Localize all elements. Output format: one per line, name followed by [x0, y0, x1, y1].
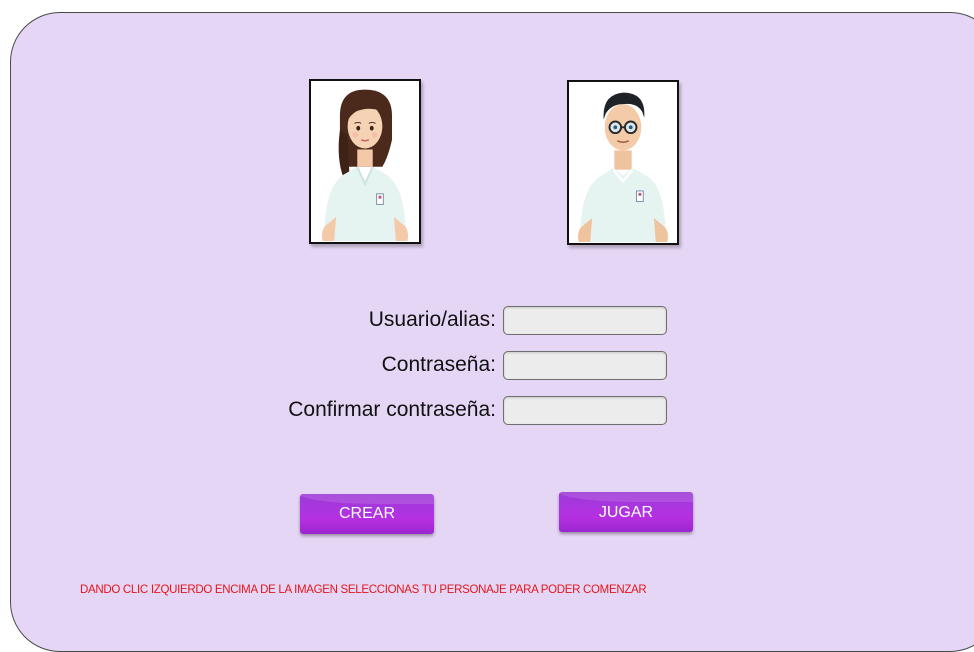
male-character-avatar[interactable] [567, 80, 679, 245]
play-button[interactable]: JUGAR [559, 492, 693, 532]
password-input[interactable] [503, 351, 667, 380]
username-row: Usuario/alias: [0, 306, 974, 340]
female-character-image [321, 89, 409, 242]
password-label: Contraseña: [381, 353, 496, 376]
confirm-password-row: Confirmar contraseña: [0, 396, 974, 430]
username-input[interactable] [503, 306, 667, 335]
male-character-image [578, 92, 668, 243]
password-row: Contraseña: [0, 351, 974, 385]
play-button-label: JUGAR [598, 504, 654, 521]
confirm-password-input[interactable] [503, 396, 667, 425]
username-label: Usuario/alias: [368, 308, 496, 331]
create-button-label: CREAR [338, 505, 395, 522]
female-character-avatar[interactable] [309, 79, 421, 244]
instruction-text: DANDO CLIC IZQUIERDO ENCIMA DE LA IMAGEN… [80, 584, 647, 596]
create-button[interactable]: CREAR [300, 494, 434, 534]
confirm-password-label: Confirmar contraseña: [288, 398, 496, 421]
